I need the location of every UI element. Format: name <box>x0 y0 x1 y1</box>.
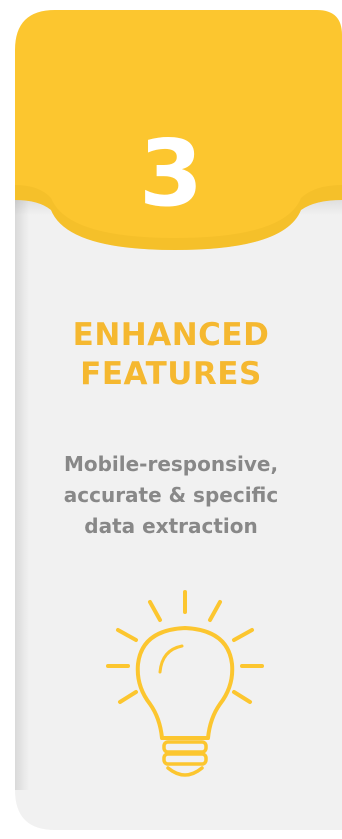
feature-title: ENHANCED FEATURES <box>0 316 342 394</box>
lightbulb-icon <box>106 590 264 777</box>
feature-description: Mobile-responsive, accurate & specific d… <box>63 452 279 538</box>
feature-title-text: ENHANCED FEATURES <box>72 317 270 392</box>
step-number: 3 <box>138 120 203 227</box>
